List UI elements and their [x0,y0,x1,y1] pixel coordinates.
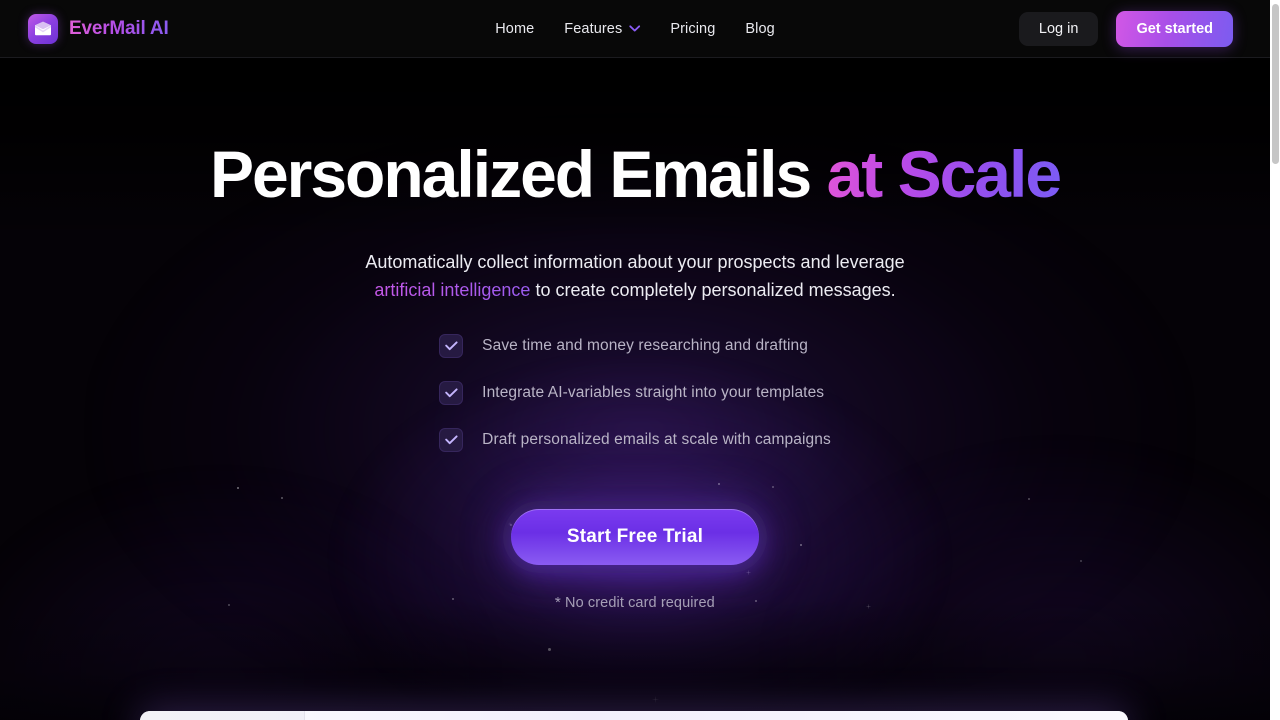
brand-name: EverMail AI [69,17,169,39]
checklist-label: Save time and money researching and draf… [482,336,808,354]
list-item: Draft personalized emails at scale with … [439,427,831,452]
check-icon [439,380,464,405]
cta-note: * No credit card required [555,594,715,611]
nav-link-features[interactable]: Features [564,20,641,37]
checklist-label: Draft personalized emails at scale with … [482,430,831,448]
list-item: Save time and money researching and draf… [439,333,831,358]
nav-link-pricing[interactable]: Pricing [670,21,715,37]
nav-links: Home Features Pricing Blog [495,21,775,37]
nav-link-label: Features [564,20,623,37]
get-started-button[interactable]: Get started [1116,10,1233,47]
nav-actions: Log in Get started [1018,10,1233,47]
bottom-fade [0,600,1280,720]
start-free-trial-button[interactable]: Start Free Trial [510,508,760,565]
headline-plain: Personalized Emails [209,137,827,211]
feature-checklist: Save time and money researching and draf… [439,333,831,452]
subhead-tail: to create completely personalized messag… [530,279,896,300]
hero-subheadline: Automatically collect information about … [365,248,904,304]
login-button[interactable]: Log in [1018,11,1099,46]
checklist-label: Integrate AI-variables straight into you… [482,383,825,401]
hero-section: Personalized Emails at Scale Automatical… [0,58,1270,611]
cta-area: Start Free Trial * No credit card requir… [502,500,768,611]
subhead-line1: Automatically collect information about … [365,251,905,272]
headline-accent: at Scale [826,137,1062,211]
nav-link-label: Pricing [670,20,716,37]
app-preview-tint [140,711,1128,720]
nav-link-label: Blog [745,20,775,37]
landing-page: EverMail AI Home Features Pricing Blog L… [0,0,1280,720]
star [548,648,551,651]
nav-link-blog[interactable]: Blog [745,21,774,37]
nav-link-label: Home [495,20,535,37]
page-title: Personalized Emails at Scale [209,137,1062,211]
cta-ring: Start Free Trial [502,500,768,573]
navbar: EverMail AI Home Features Pricing Blog L… [0,0,1270,58]
brand-logo[interactable]: EverMail AI [28,13,169,44]
nav-link-home[interactable]: Home [495,21,534,37]
app-preview-panel [140,711,1128,720]
subhead-accent: artificial intelligence [374,279,531,300]
check-icon [439,427,464,452]
list-item: Integrate AI-variables straight into you… [439,380,831,405]
check-icon [439,333,464,358]
envelope-icon [28,13,58,44]
chevron-down-icon [629,25,641,32]
scrollbar-thumb[interactable] [1272,4,1279,164]
sparkle-icon [650,694,661,705]
scrollbar[interactable] [1270,0,1280,720]
